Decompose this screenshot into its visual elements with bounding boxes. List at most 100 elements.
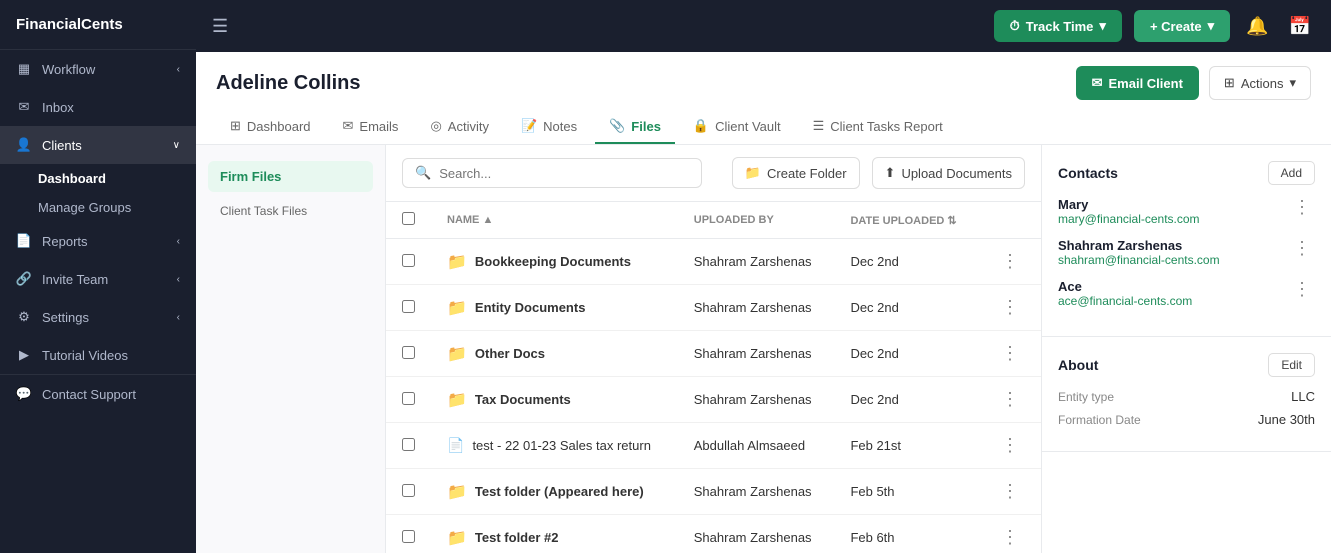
reports-icon: 📄 — [16, 233, 32, 249]
row-checkbox-cell[interactable] — [386, 239, 431, 285]
edit-about-button[interactable]: Edit — [1268, 353, 1315, 377]
contact-item: Shahram Zarshenas shahram@financial-cent… — [1058, 238, 1315, 267]
bell-icon[interactable]: 🔔 — [1246, 16, 1268, 37]
about-value: June 30th — [1258, 412, 1315, 427]
row-date-cell: Feb 21st — [834, 423, 979, 469]
tab-dashboard[interactable]: ⊞ Dashboard — [216, 110, 325, 144]
tab-files[interactable]: 📎 Files — [595, 110, 675, 144]
row-checkbox-cell[interactable] — [386, 331, 431, 377]
row-checkbox-cell[interactable] — [386, 285, 431, 331]
tab-notes-label: Notes — [543, 119, 577, 134]
sidebar-item-contact-support[interactable]: 💬 Contact Support — [0, 374, 196, 413]
client-task-files-item[interactable]: Client Task Files — [208, 196, 373, 226]
upload-icon: ⬆ — [885, 165, 896, 181]
content-area: Adeline Collins ✉ Email Client ⊞ Actions… — [196, 52, 1331, 553]
sidebar-item-reports[interactable]: 📄 Reports ‹ — [0, 222, 196, 260]
file-name: 📁 Bookkeeping Documents — [447, 252, 662, 272]
file-name: 📁 Test folder #2 — [447, 528, 662, 548]
select-all-checkbox[interactable] — [402, 212, 415, 225]
about-label: Formation Date — [1058, 413, 1141, 427]
sidebar-item-workflow[interactable]: ▦ Workflow ‹ — [0, 50, 196, 88]
sidebar-item-tutorial-videos[interactable]: ▶ Tutorial Videos — [0, 336, 196, 374]
firm-files-item[interactable]: Firm Files — [208, 161, 373, 192]
sidebar-item-clients[interactable]: 👤 Clients ∨ — [0, 126, 196, 164]
sidebar-item-invite-team[interactable]: 🔗 Invite Team ‹ — [0, 260, 196, 298]
contact-menu-button[interactable]: ⋮ — [1289, 279, 1315, 300]
actions-button[interactable]: ⊞ Actions ▾ — [1209, 66, 1311, 100]
uploaded-by-header[interactable]: UPLOADED BY — [678, 202, 835, 239]
tab-activity[interactable]: ◎ Activity — [416, 110, 503, 144]
row-checkbox[interactable] — [402, 300, 415, 313]
sidebar-item-label: Invite Team — [42, 272, 108, 287]
row-checkbox[interactable] — [402, 484, 415, 497]
row-uploaded-by-cell: Shahram Zarshenas — [678, 469, 835, 515]
email-client-button[interactable]: ✉ Email Client — [1076, 66, 1199, 100]
tab-client-tasks-report[interactable]: ☰ Client Tasks Report — [799, 110, 957, 144]
select-all-header[interactable] — [386, 202, 431, 239]
row-menu-button[interactable]: ⋮ — [995, 525, 1025, 550]
contact-item: Ace ace@financial-cents.com ⋮ — [1058, 279, 1315, 308]
row-checkbox[interactable] — [402, 392, 415, 405]
row-menu-button[interactable]: ⋮ — [995, 387, 1025, 412]
row-menu-button[interactable]: ⋮ — [995, 249, 1025, 274]
header-actions: ✉ Email Client ⊞ Actions ▾ — [1076, 66, 1311, 100]
row-checkbox[interactable] — [402, 530, 415, 543]
contact-name: Shahram Zarshenas — [1058, 238, 1220, 253]
date-uploaded-header[interactable]: DATE UPLOADED ⇅ — [834, 202, 979, 239]
tab-emails[interactable]: ✉ Emails — [329, 110, 413, 144]
folder-icon: 📁 — [745, 165, 761, 181]
row-checkbox-cell[interactable] — [386, 515, 431, 553]
clients-icon: 👤 — [16, 137, 32, 153]
row-checkbox[interactable] — [402, 254, 415, 267]
row-name-cell: 📁 Test folder #2 — [431, 515, 678, 553]
sidebar-item-label: Reports — [42, 234, 88, 249]
row-menu-button[interactable]: ⋮ — [995, 433, 1025, 458]
sidebar-item-label: Inbox — [42, 100, 74, 115]
row-date-cell: Dec 2nd — [834, 331, 979, 377]
row-checkbox[interactable] — [402, 438, 415, 451]
files-area: Firm Files Client Task Files 🔍 📁 Create … — [196, 145, 1331, 553]
folder-icon: 📁 — [447, 344, 467, 364]
row-menu-button[interactable]: ⋮ — [995, 479, 1025, 504]
contact-menu-button[interactable]: ⋮ — [1289, 238, 1315, 259]
file-name: 📄 test - 22 01-23 Sales tax return — [447, 437, 662, 454]
create-chevron: ▾ — [1208, 18, 1215, 34]
row-checkbox-cell[interactable] — [386, 377, 431, 423]
row-name-cell: 📁 Other Docs — [431, 331, 678, 377]
contact-menu-button[interactable]: ⋮ — [1289, 197, 1315, 218]
contact-email[interactable]: ace@financial-cents.com — [1058, 294, 1192, 308]
tab-notes[interactable]: 📝 Notes — [507, 110, 591, 144]
actions-chevron: ▾ — [1289, 75, 1296, 91]
about-row: Formation Date June 30th — [1058, 412, 1315, 427]
row-menu-cell: ⋮ — [979, 515, 1041, 553]
row-checkbox-cell[interactable] — [386, 469, 431, 515]
row-checkbox-cell[interactable] — [386, 423, 431, 469]
contact-email[interactable]: mary@financial-cents.com — [1058, 212, 1200, 226]
calendar-icon[interactable]: 📅 — [1289, 16, 1311, 37]
sidebar-item-label: Clients — [42, 138, 82, 153]
sidebar-item-settings[interactable]: ⚙ Settings ‹ — [0, 298, 196, 336]
search-input[interactable] — [439, 166, 689, 181]
contact-email[interactable]: shahram@financial-cents.com — [1058, 253, 1220, 267]
row-menu-button[interactable]: ⋮ — [995, 341, 1025, 366]
sidebar-item-inbox[interactable]: ✉ Inbox — [0, 88, 196, 126]
create-button[interactable]: + Create ▾ — [1134, 10, 1230, 42]
file-toolbar: 🔍 📁 Create Folder ⬆ Upload Documents — [386, 145, 1041, 202]
row-checkbox[interactable] — [402, 346, 415, 359]
upload-documents-button[interactable]: ⬆ Upload Documents — [872, 157, 1025, 189]
row-menu-button[interactable]: ⋮ — [995, 295, 1025, 320]
right-panel: Contacts Add Mary mary@financial-cents.c… — [1041, 145, 1331, 553]
app-logo: FinancialCents — [0, 0, 196, 50]
sidebar-sub-item-dashboard[interactable]: Dashboard — [38, 164, 196, 193]
hamburger-icon[interactable]: ☰ — [212, 16, 228, 37]
row-name-cell: 📁 Entity Documents — [431, 285, 678, 331]
create-folder-button[interactable]: 📁 Create Folder — [732, 157, 860, 189]
row-date-cell: Feb 6th — [834, 515, 979, 553]
name-header[interactable]: NAME ▲ — [431, 202, 678, 239]
tab-dashboard-label: Dashboard — [247, 119, 311, 134]
tab-client-vault[interactable]: 🔒 Client Vault — [679, 110, 795, 144]
add-contact-button[interactable]: Add — [1268, 161, 1315, 185]
sidebar-sub-item-manage-groups[interactable]: Manage Groups — [38, 193, 196, 222]
track-time-button[interactable]: ⏱ Track Time ▾ — [994, 10, 1122, 42]
row-date-cell: Feb 5th — [834, 469, 979, 515]
